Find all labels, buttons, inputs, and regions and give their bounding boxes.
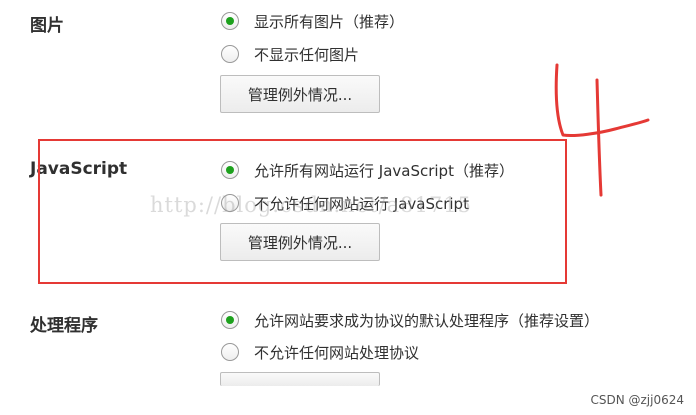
section-title-images: 图片 [30,16,64,36]
radio-dot [226,316,234,324]
radio-button-selected[interactable] [221,12,239,30]
radio-button[interactable] [221,343,239,361]
radio-button[interactable] [221,194,239,212]
radio-label: 显示所有图片（推荐） [254,12,405,31]
section-title-javascript: JavaScript [30,159,128,179]
csdn-credit: CSDN @zjj0624 [590,393,684,407]
radio-label: 不显示任何图片 [254,45,360,64]
radio-label: 不允许任何网站处理协议 [254,343,420,362]
handwritten-four-annotation [554,63,650,197]
radio-button-selected[interactable] [221,161,239,179]
radio-dot [226,17,234,25]
radio-javascript-block-all[interactable]: 不允许任何网站运行 JavaScript [221,192,469,214]
manage-exceptions-button-images[interactable]: 管理例外情况... [220,75,380,113]
radio-button-selected[interactable] [221,311,239,329]
radio-images-show-all[interactable]: 显示所有图片（推荐） [221,10,404,32]
radio-label: 允许所有网站运行 JavaScript（推荐） [254,161,514,180]
radio-dot [226,166,234,174]
section-title-handlers: 处理程序 [30,316,98,336]
content-settings-page: 图片 显示所有图片（推荐） 不显示任何图片 管理例外情况... JavaScri… [0,0,696,415]
radio-javascript-allow-all[interactable]: 允许所有网站运行 JavaScript（推荐） [221,159,514,181]
radio-handlers-block[interactable]: 不允许任何网站处理协议 [221,341,419,363]
radio-label: 不允许任何网站运行 JavaScript [254,194,469,213]
manage-exceptions-button-handlers-partial[interactable] [220,372,380,386]
radio-button[interactable] [221,45,239,63]
manage-exceptions-button-javascript[interactable]: 管理例外情况... [220,223,380,261]
radio-label: 允许网站要求成为协议的默认处理程序（推荐设置） [254,311,600,330]
radio-handlers-allow[interactable]: 允许网站要求成为协议的默认处理程序（推荐设置） [221,309,599,331]
radio-images-show-none[interactable]: 不显示任何图片 [221,43,359,65]
